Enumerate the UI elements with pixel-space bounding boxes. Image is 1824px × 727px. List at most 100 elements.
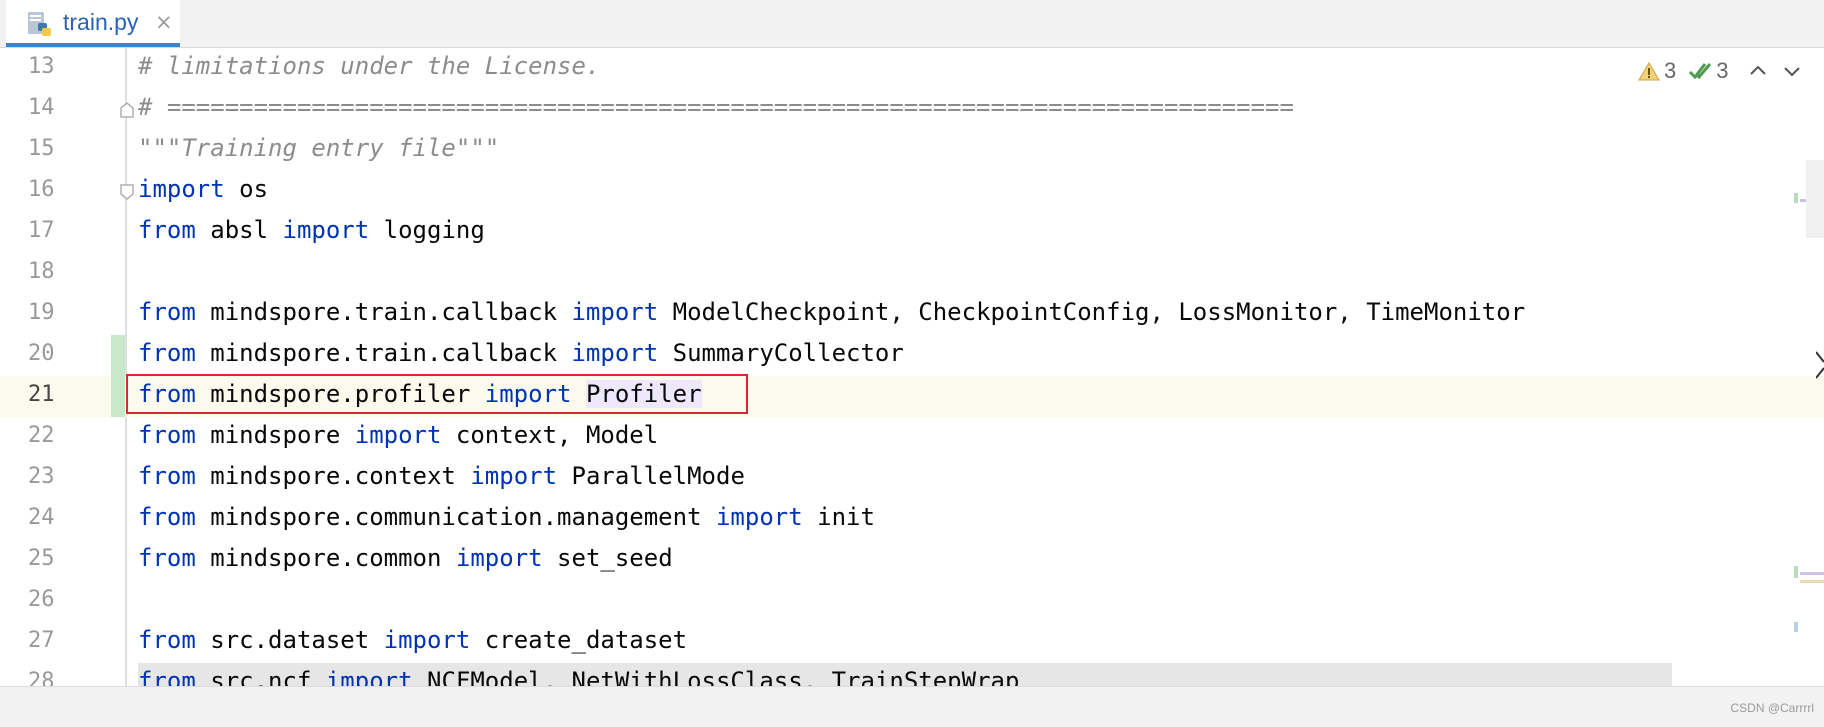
line-number[interactable]: 18 (28, 259, 55, 284)
code-token: import (470, 462, 558, 490)
code-text[interactable]: import os (138, 175, 268, 203)
code-text[interactable]: # limitations under the License. (138, 52, 600, 80)
warnings-indicator[interactable]: 3 (1638, 58, 1676, 84)
code-token: from (138, 421, 196, 449)
code-token: mindspore.common (195, 544, 456, 572)
warnings-count: 3 (1664, 58, 1677, 83)
code-token: create_dataset (470, 626, 688, 654)
code-line[interactable]: 15 """Training entry file""" (0, 130, 1824, 171)
code-text[interactable]: from mindspore.train.callback import Sum… (138, 339, 904, 367)
code-token: import (383, 626, 471, 654)
checks-indicator[interactable]: 3 (1688, 58, 1729, 84)
code-line[interactable]: 22 from mindspore import context, Model (0, 417, 1824, 458)
code-text[interactable]: from mindspore.train.callback import Mod… (138, 298, 1525, 326)
line-number[interactable]: 23 (28, 464, 55, 489)
code-line[interactable]: 23 from mindspore.context import Parallel… (0, 458, 1824, 499)
watermark: CSDN @Carrrrl (1730, 701, 1814, 715)
code-text[interactable]: from absl import logging (138, 216, 485, 244)
code-token: """Training entry file""" (138, 134, 500, 162)
line-number[interactable]: 17 (28, 218, 55, 243)
code-token: import (282, 216, 370, 244)
line-number[interactable]: 16 (28, 177, 55, 202)
code-token: # limitations under the License. (138, 52, 601, 80)
tab-train-py[interactable]: train.py × (6, 0, 180, 47)
scrollbar-thumb[interactable] (1806, 160, 1824, 238)
code-token: NCFModel, NetWithLossClass, TrainStepWra… (412, 667, 1020, 686)
chevron-up-icon[interactable] (1747, 60, 1769, 82)
code-line[interactable]: 25 from mindspore.common import set_seed (0, 540, 1824, 581)
code-editor[interactable]: 13 # limitations under the License. 14 # ==… (0, 48, 1824, 686)
code-token: set_seed (542, 544, 673, 572)
code-line[interactable]: 26 (0, 581, 1824, 622)
line-number[interactable]: 21 (28, 382, 55, 407)
line-number[interactable]: 28 (28, 669, 55, 686)
scroll-marker[interactable] (1800, 572, 1824, 575)
code-line[interactable]: 20 from mindspore.train.callback import S… (0, 335, 1824, 376)
code-line[interactable]: 17 from absl import logging (0, 212, 1824, 253)
scroll-marker[interactable] (1794, 566, 1798, 578)
code-token: mindspore (195, 421, 355, 449)
code-line[interactable]: 18 (0, 253, 1824, 294)
code-token: import (571, 298, 659, 326)
scroll-marker[interactable] (1794, 622, 1798, 632)
code-line[interactable]: 16 import os (0, 171, 1824, 212)
code-text[interactable]: from src.ncf import NCFModel, NetWithLos… (138, 667, 1019, 686)
code-text[interactable]: from mindspore.context import ParallelMo… (138, 462, 745, 490)
code-token: ParallelMode (557, 462, 745, 490)
line-number[interactable]: 26 (28, 587, 55, 612)
code-line[interactable]: 13 # limitations under the License. (0, 48, 1824, 89)
code-token: from (138, 462, 196, 490)
code-text[interactable]: # ======================================… (138, 93, 1294, 121)
fold-start-icon[interactable] (118, 183, 136, 201)
warning-icon (1638, 62, 1660, 81)
code-line[interactable]: 28 from src.ncf import NCFModel, NetWithL… (28, 663, 1672, 686)
inspection-widget[interactable]: 3 3 (1638, 56, 1803, 86)
code-token: import (138, 175, 225, 203)
checks-count: 3 (1716, 58, 1729, 83)
code-text[interactable]: from mindspore.common import set_seed (138, 544, 673, 572)
code-token: from (138, 544, 196, 572)
code-text[interactable]: from src.dataset import create_dataset (138, 626, 687, 654)
code-token: src.dataset (195, 626, 384, 654)
code-line[interactable]: 19 from mindspore.train.callback import M… (0, 294, 1824, 335)
code-token: absl (195, 216, 283, 244)
line-number[interactable]: 14 (28, 95, 55, 120)
editor-tab-bar: train.py × (0, 0, 1824, 48)
code-text[interactable]: from mindspore.communication.management … (138, 503, 875, 531)
code-token: init (802, 503, 875, 531)
vcs-change-marker[interactable] (111, 335, 125, 417)
code-token: ModelCheckpoint, CheckpointConfig, LossM… (658, 298, 1526, 326)
code-line[interactable]: 24 from mindspore.communication.managemen… (0, 499, 1824, 540)
code-line[interactable]: 27 from src.dataset import create_dataset (0, 622, 1824, 663)
line-number[interactable]: 25 (28, 546, 55, 571)
line-number[interactable]: 22 (28, 423, 55, 448)
close-icon[interactable]: × (155, 10, 173, 34)
bottom-bar: CSDN @Carrrrl (0, 686, 1824, 727)
code-token: from (138, 626, 196, 654)
code-token: from (138, 667, 196, 686)
code-token: os (224, 175, 269, 203)
chevron-down-icon[interactable] (1781, 60, 1803, 82)
code-token: logging (369, 216, 485, 244)
fold-end-icon[interactable] (118, 101, 136, 119)
code-token: import (455, 544, 543, 572)
code-token: mindspore.train.callback (195, 339, 572, 367)
code-token: mindspore.train.callback (195, 298, 572, 326)
code-token: import (325, 667, 413, 686)
highlight-box (126, 374, 748, 414)
line-number[interactable]: 24 (28, 505, 55, 530)
scroll-marker[interactable] (1800, 580, 1824, 583)
code-text[interactable]: """Training entry file""" (138, 134, 499, 162)
code-token: from (138, 298, 196, 326)
code-line[interactable]: 14 # ====================================… (0, 89, 1824, 130)
line-number[interactable]: 27 (28, 628, 55, 653)
code-token: import (715, 503, 803, 531)
line-number[interactable]: 15 (28, 136, 55, 161)
code-token: SummaryCollector (658, 339, 904, 367)
line-number[interactable]: 20 (28, 341, 55, 366)
scroll-marker[interactable] (1794, 193, 1798, 203)
line-number[interactable]: 19 (28, 300, 55, 325)
code-text[interactable]: from mindspore import context, Model (138, 421, 658, 449)
line-number[interactable]: 13 (28, 54, 55, 79)
code-token: mindspore.communication.management (195, 503, 716, 531)
